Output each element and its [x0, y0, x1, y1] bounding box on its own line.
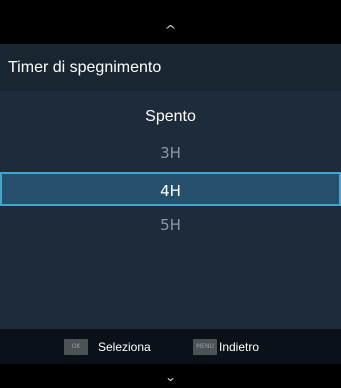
option-4h[interactable]: 4H	[0, 172, 341, 206]
timer-option-list: Spento 3H 4H 5H	[0, 91, 341, 329]
chevron-down-icon[interactable]: ⌄	[0, 370, 341, 384]
ok-key-icon: OK	[64, 339, 88, 355]
sleep-timer-panel: Timer di spegnimento Spento 3H 4H 5H OK …	[0, 44, 341, 364]
panel-header: Timer di spegnimento	[0, 44, 341, 91]
page-title: Timer di spegnimento	[8, 59, 162, 76]
option-off[interactable]: Spento	[0, 100, 341, 134]
option-5h[interactable]: 5H	[0, 208, 341, 242]
menu-key-icon: MENU	[193, 339, 217, 355]
sleep-timer-screen: ^ Timer di spegnimento Spento 3H 4H 5H O…	[0, 0, 341, 388]
option-3h[interactable]: 3H	[0, 136, 341, 170]
chevron-up-icon[interactable]: ^	[0, 23, 341, 37]
key-hint-bar: OK Seleziona MENU Indietro	[0, 329, 341, 364]
back-hint: Indietro	[219, 340, 260, 354]
select-hint: Seleziona	[98, 340, 151, 354]
